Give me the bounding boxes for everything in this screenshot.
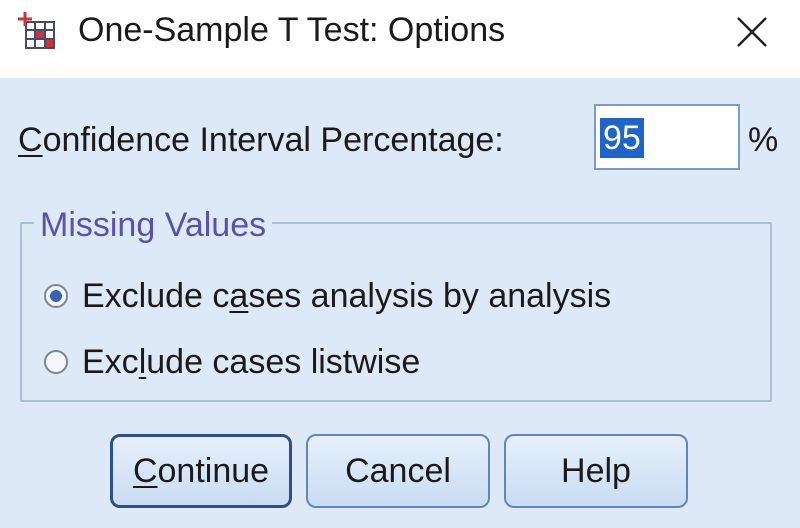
- label-part: ude cases listwise: [146, 343, 421, 381]
- radio-button-checked[interactable]: [44, 284, 68, 308]
- close-icon[interactable]: [728, 8, 776, 56]
- radio-label-analysis-by-analysis: Exclude cases analysis by analysis: [82, 276, 611, 316]
- confidence-mnemonic: C: [18, 121, 43, 159]
- continue-button[interactable]: Continue: [110, 434, 292, 508]
- label-part: Exclude c: [82, 277, 230, 315]
- continue-mnemonic: C: [132, 451, 158, 490]
- label-mnemonic: a: [229, 277, 249, 315]
- radio-exclude-analysis-by-analysis[interactable]: Exclude cases analysis by analysis: [44, 274, 611, 318]
- confidence-label-text: onfidence Interval Percentage:: [42, 121, 504, 159]
- title-bar: One-Sample T Test: Options: [0, 0, 800, 78]
- confidence-interval-value: 95: [600, 118, 644, 158]
- missing-values-legend: Missing Values: [34, 205, 273, 245]
- label-part: Exc: [82, 343, 139, 381]
- radio-label-listwise: Exclude cases listwise: [82, 342, 420, 382]
- percent-unit: %: [748, 121, 779, 159]
- continue-label: ontinue: [157, 451, 270, 490]
- window-title: One-Sample T Test: Options: [78, 11, 506, 49]
- radio-button-unchecked[interactable]: [44, 350, 68, 374]
- spss-table-icon: [18, 10, 58, 52]
- cancel-button[interactable]: Cancel: [306, 434, 490, 508]
- help-button[interactable]: Help: [504, 434, 688, 508]
- label-part: ses analysis by analysis: [248, 277, 612, 315]
- radio-exclude-listwise[interactable]: Exclude cases listwise: [44, 340, 420, 384]
- confidence-interval-input[interactable]: 95: [594, 104, 740, 170]
- confidence-interval-label: Confidence Interval Percentage:: [18, 120, 504, 160]
